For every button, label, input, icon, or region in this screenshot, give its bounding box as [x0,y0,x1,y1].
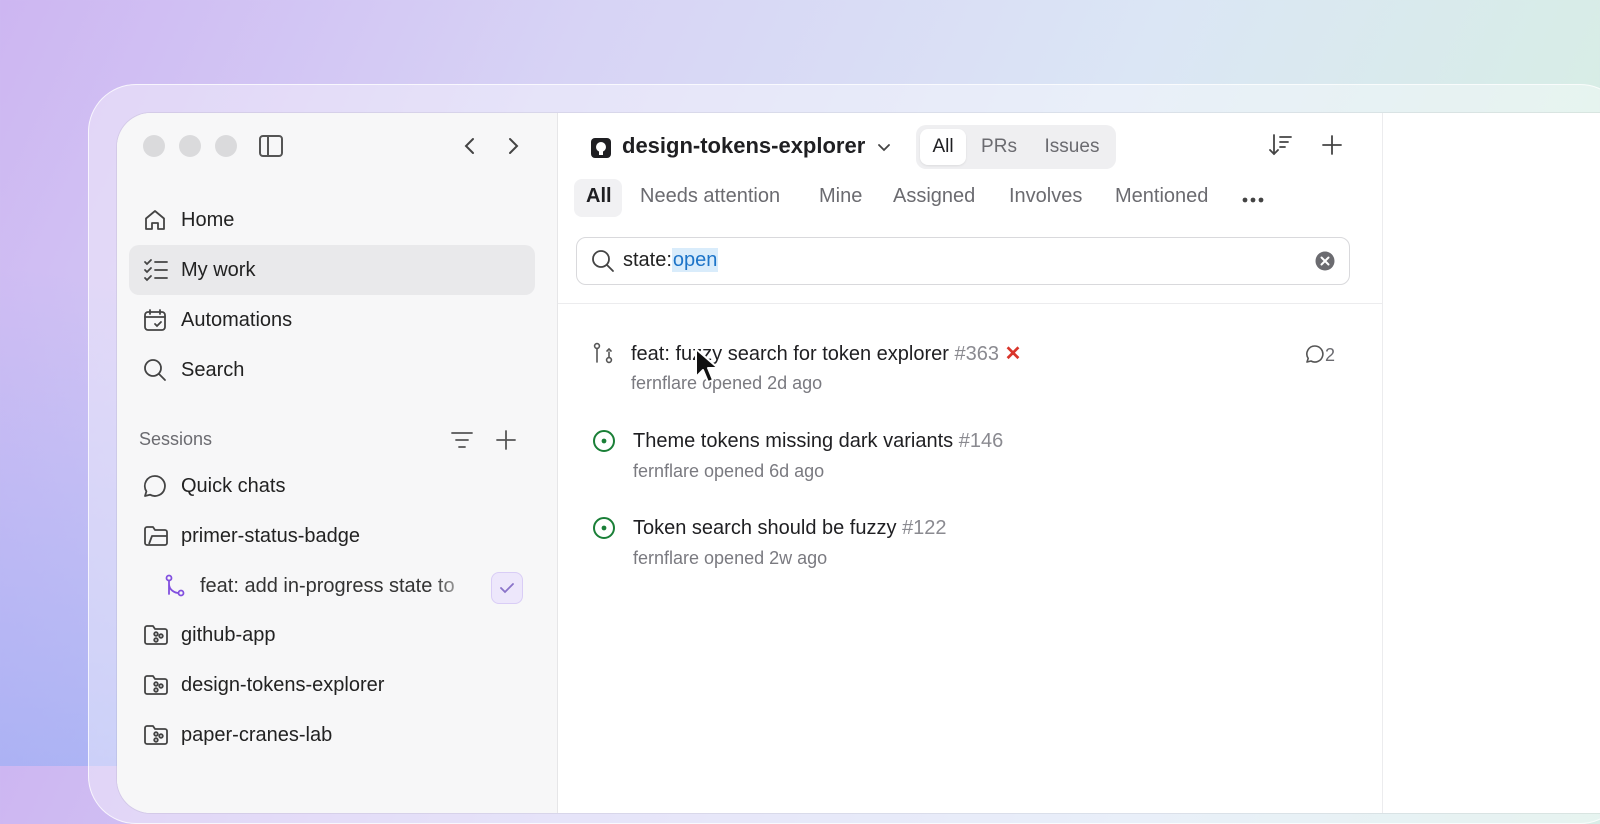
filter-lines-icon[interactable] [450,429,474,451]
item-number: #146 [958,430,1004,452]
session-feat-in-progress[interactable]: feat: add in-progress state to [129,562,535,610]
nav-search[interactable]: Search [129,345,535,395]
filter-mine[interactable]: Mine [819,185,862,208]
folder-icon [143,524,169,548]
search-query-value: open [671,248,719,272]
sidebar-toggle-icon[interactable] [258,133,284,159]
session-quick-chats[interactable]: Quick chats [129,462,535,510]
session-design-tokens-explorer[interactable]: design-tokens-explorer [129,661,535,709]
chat-bubble-icon [143,474,167,498]
search-query-prefix: state: [623,249,672,271]
item-title-text: feat: fuzzy search for token explorer [631,343,949,365]
back-chevron-icon[interactable] [460,136,480,156]
nav-automations[interactable]: Automations [129,295,535,345]
repo-folder-icon [143,623,169,647]
comment-count[interactable]: 2 [1305,344,1335,366]
session-label: Quick chats [181,475,286,497]
type-segmented-control: All PRs Issues [916,125,1116,169]
calendar-icon [143,308,167,332]
home-icon [143,208,167,232]
session-label: design-tokens-explorer [181,674,385,696]
filter-needs-attention[interactable]: Needs attention [640,185,780,208]
item-title-text: Theme tokens missing dark variants [633,430,954,452]
search-input[interactable]: state:open [576,237,1350,285]
item-title[interactable]: Theme tokens missing dark variants #146 [633,430,1003,453]
segment-prs[interactable]: PRs [972,129,1026,165]
window-minimize-button[interactable] [179,135,201,157]
pull-request-icon [593,342,613,369]
panel-divider [1382,113,1383,813]
app-window: Home My work Automations Search Sessions [117,113,1600,813]
nav-my-work[interactable]: My work [129,245,535,295]
nav-home-label: Home [181,209,235,231]
session-label: primer-status-badge [181,525,360,547]
repo-folder-icon [143,673,169,697]
failing-check-icon: ✕ [1004,343,1022,365]
branch-icon [163,574,187,598]
segment-all[interactable]: All [920,129,966,165]
main-panel: design-tokens-explorer All PRs Issues Al… [558,113,1382,813]
window-close-button[interactable] [143,135,165,157]
session-primer-status-badge[interactable]: primer-status-badge [129,512,535,560]
chevron-down-icon[interactable] [876,141,892,155]
search-icon [143,358,167,382]
nav-automations-label: Automations [181,309,293,331]
item-title-text: Token search should be fuzzy [633,517,897,539]
sessions-header: Sessions [139,429,213,449]
item-number: #122 [902,517,947,539]
session-label: feat: add in-progress state to [200,575,455,597]
filter-all[interactable]: All [586,185,612,208]
issue-open-icon [592,516,616,545]
item-title[interactable]: Token search should be fuzzy #122 [633,517,947,540]
mouse-cursor-icon [694,347,720,390]
window-maximize-button[interactable] [215,135,237,157]
comment-count-value: 2 [1325,345,1336,365]
item-number: #363 [954,343,1000,365]
item-title[interactable]: feat: fuzzy search for token explorer #3… [631,341,1021,366]
nav-search-label: Search [181,359,245,381]
filter-assigned[interactable]: Assigned [893,185,975,208]
filter-involves[interactable]: Involves [1009,185,1082,208]
search-icon [591,249,615,273]
done-check-badge [491,572,523,604]
divider [558,303,1382,304]
item-meta: fernflare opened 2d ago [631,373,823,393]
sidebar: Home My work Automations Search Sessions [117,113,558,813]
session-github-app[interactable]: github-app [129,611,535,659]
issue-open-icon [592,429,616,458]
nav-home[interactable]: Home [129,195,535,245]
sort-icon[interactable] [1267,132,1293,158]
forward-chevron-icon[interactable] [503,136,523,156]
segment-issues[interactable]: Issues [1034,129,1110,165]
session-label: github-app [181,624,276,646]
more-options-icon[interactable] [1242,197,1264,203]
session-paper-cranes-lab[interactable]: paper-cranes-lab [129,711,535,759]
filter-mentioned[interactable]: Mentioned [1115,185,1208,208]
clear-search-icon[interactable] [1315,251,1335,271]
add-icon[interactable] [1321,134,1343,156]
search-query[interactable]: state:open [623,248,719,272]
github-repo-icon [590,137,612,159]
session-label: paper-cranes-lab [181,724,333,746]
item-meta: fernflare opened 6d ago [633,461,825,481]
item-meta: fernflare opened 2w ago [633,548,828,568]
checklist-icon [143,258,169,282]
add-session-icon[interactable] [495,429,517,451]
repo-folder-icon [143,723,169,747]
repo-title[interactable]: design-tokens-explorer [622,133,865,159]
nav-my-work-label: My work [181,259,256,281]
